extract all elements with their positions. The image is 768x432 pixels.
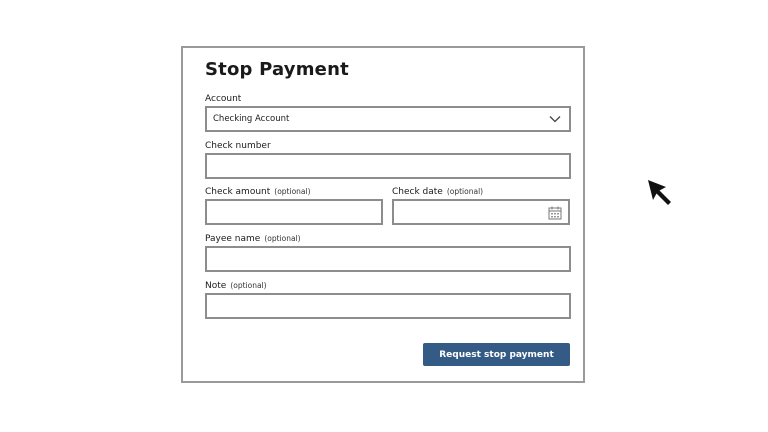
check-amount-optional-hint: (optional) <box>274 187 311 196</box>
check-number-label: Check number <box>205 141 271 151</box>
account-label-text: Account <box>205 94 242 104</box>
page-title: Stop Payment <box>205 59 349 80</box>
note-label: Note (optional) <box>205 281 267 291</box>
payee-name-label: Payee name (optional) <box>205 234 301 244</box>
check-amount-input[interactable] <box>205 199 383 225</box>
payee-name-optional-hint: (optional) <box>264 234 301 243</box>
check-date-label: Check date (optional) <box>392 187 483 197</box>
note-input[interactable] <box>205 293 571 319</box>
check-date-optional-hint: (optional) <box>446 187 484 196</box>
stop-payment-form: Stop Payment Account Checking Account Ch… <box>181 46 585 383</box>
screen: Stop Payment Account Checking Account Ch… <box>0 0 768 432</box>
payee-name-label-text: Payee name <box>205 234 261 244</box>
check-number-label-text: Check number <box>205 141 271 151</box>
note-label-text: Note <box>205 281 227 291</box>
check-amount-label-text: Check amount <box>205 187 271 197</box>
chevron-down-icon <box>549 113 561 125</box>
request-stop-payment-button[interactable]: Request stop payment <box>423 343 570 366</box>
calendar-icon[interactable] <box>548 205 562 220</box>
check-amount-label: Check amount (optional) <box>205 187 311 197</box>
account-label: Account <box>205 94 241 104</box>
payee-name-input[interactable] <box>205 246 571 272</box>
account-select-value: Checking Account <box>213 114 290 124</box>
note-optional-hint: (optional) <box>230 281 267 290</box>
check-number-input[interactable] <box>205 153 571 179</box>
account-select[interactable]: Checking Account <box>205 106 571 132</box>
check-date-label-text: Check date <box>392 187 443 197</box>
mouse-cursor-icon <box>646 178 676 208</box>
check-date-input[interactable] <box>392 199 570 225</box>
